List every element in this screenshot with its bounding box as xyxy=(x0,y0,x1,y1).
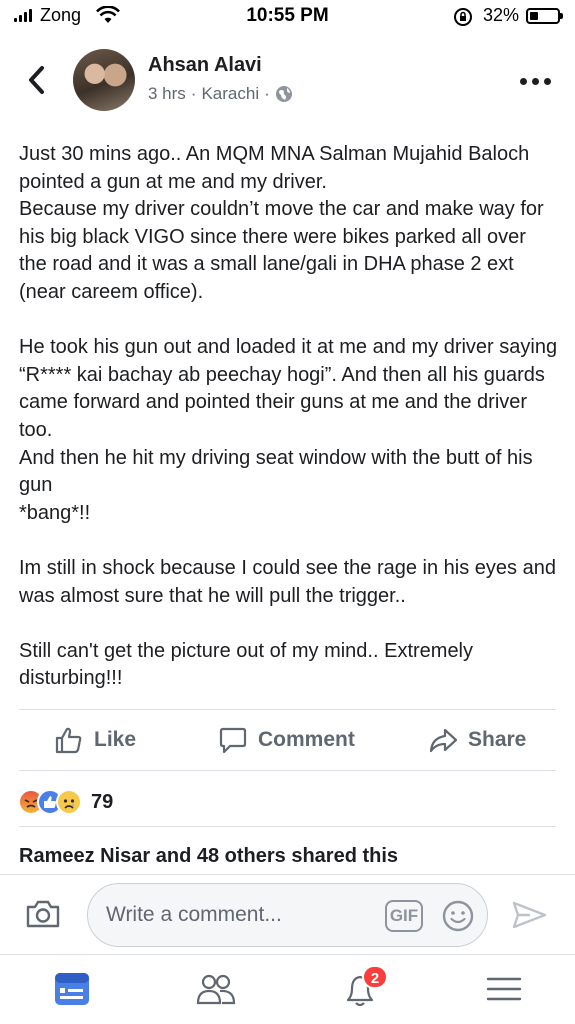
smiley-icon xyxy=(442,900,474,932)
gif-button[interactable]: GIF xyxy=(385,900,423,932)
notification-badge: 2 xyxy=(362,965,388,989)
status-bar: Zong 10:55 PM 32% xyxy=(0,0,575,34)
divider xyxy=(19,826,556,827)
send-button[interactable] xyxy=(510,899,548,936)
post-body: Just 30 mins ago.. An MQM MNA Salman Muj… xyxy=(19,141,559,693)
camera-button[interactable] xyxy=(25,898,61,935)
battery-icon xyxy=(526,8,563,24)
sad-reaction-icon xyxy=(56,789,82,815)
comment-button[interactable]: Comment xyxy=(218,725,355,755)
share-button[interactable]: Share xyxy=(428,725,526,755)
rotation-lock-icon xyxy=(453,7,473,32)
post-meta: 3 hrs · Karachi · xyxy=(148,84,293,104)
post-header: Ahsan Alavi 3 hrs · Karachi · xyxy=(0,40,575,120)
comment-input[interactable]: Write a comment... GIF xyxy=(87,883,488,947)
post-paragraph: Im still in shock because I could see th… xyxy=(19,556,556,607)
post-time[interactable]: 3 hrs xyxy=(148,84,186,104)
post-action-bar: Like Comment Share xyxy=(0,711,575,769)
share-label: Share xyxy=(468,728,527,751)
like-label: Like xyxy=(94,728,137,751)
tab-notifications[interactable]: 2 xyxy=(340,965,388,1009)
meta-separator: · xyxy=(190,84,197,103)
comment-composer: Write a comment... GIF xyxy=(0,874,575,954)
comment-placeholder: Write a comment... xyxy=(106,903,282,926)
divider xyxy=(19,770,556,771)
shares-summary[interactable]: Rameez Nisar and 48 others shared this xyxy=(19,845,398,868)
divider xyxy=(19,709,556,710)
author-name[interactable]: Ahsan Alavi xyxy=(148,54,262,77)
tab-friends[interactable] xyxy=(194,969,238,1009)
emoji-button[interactable] xyxy=(441,899,475,938)
reaction-count: 79 xyxy=(91,790,114,813)
tab-news-feed[interactable] xyxy=(50,969,94,1009)
bottom-tab-bar: 2 xyxy=(0,954,575,1024)
share-arrow-icon xyxy=(429,728,458,753)
meta-separator: · xyxy=(264,84,270,103)
post-paragraph: He took his gun out and loaded it at me … xyxy=(19,336,558,524)
post-location[interactable]: Karachi xyxy=(201,84,259,104)
more-options-button[interactable] xyxy=(520,73,556,89)
tab-menu[interactable] xyxy=(482,969,526,1009)
post-paragraph: Just 30 mins ago.. An MQM MNA Salman Muj… xyxy=(19,143,544,303)
send-icon xyxy=(512,901,547,929)
thumbs-up-icon xyxy=(55,727,82,754)
battery-percentage: 32% xyxy=(483,5,520,25)
comment-bubble-icon xyxy=(219,727,247,754)
comment-label: Comment xyxy=(258,728,355,751)
back-button[interactable] xyxy=(22,60,52,100)
chevron-left-icon xyxy=(29,66,44,94)
friends-icon xyxy=(196,974,236,1005)
globe-icon xyxy=(275,86,292,102)
reactions-summary[interactable]: 79 xyxy=(18,788,113,816)
post-paragraph: Still can't get the picture out of my mi… xyxy=(19,639,474,690)
like-button[interactable]: Like xyxy=(54,725,136,755)
news-feed-icon xyxy=(55,973,89,1005)
camera-icon xyxy=(26,900,60,928)
author-avatar[interactable] xyxy=(73,49,135,111)
hamburger-menu-icon xyxy=(486,977,522,1001)
